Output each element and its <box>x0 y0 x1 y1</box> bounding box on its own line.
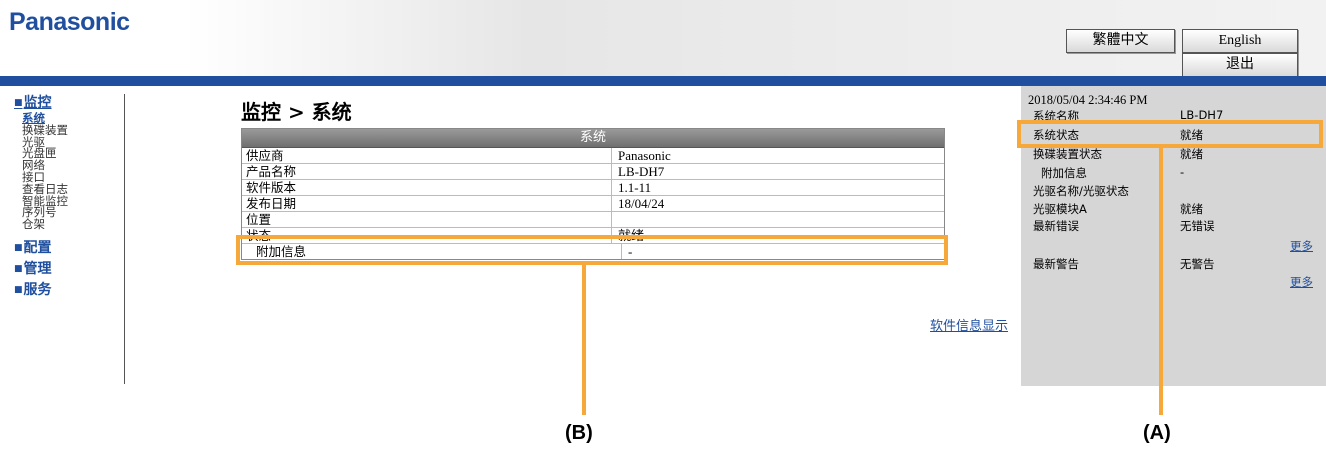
english-button[interactable]: English <box>1182 29 1298 53</box>
latest-error-label: 最新错误 <box>1033 219 1079 233</box>
table-row-product-name: 产品名称 LB-DH7 <box>242 164 944 180</box>
callout-a-leader <box>1159 148 1163 415</box>
callout-a-label: (A) <box>1143 422 1171 444</box>
header-divider <box>0 76 1326 86</box>
callout-b-highlight <box>236 235 948 265</box>
drive-name-status-label: 光驱名称/光驱状态 <box>1033 184 1129 198</box>
changer-status-label: 换碟装置状态 <box>1033 147 1102 161</box>
latest-error-value: 无错误 <box>1180 219 1215 233</box>
latest-warning-label: 最新警告 <box>1033 257 1079 271</box>
more-warnings-link[interactable]: 更多 <box>1290 274 1313 290</box>
latest-warning-value: 无警告 <box>1180 257 1215 271</box>
callout-b-leader <box>582 265 586 415</box>
changer-status-value: 就绪 <box>1180 147 1203 161</box>
drive-module-value: 就绪 <box>1180 202 1203 216</box>
nav-manage[interactable]: ■管理 <box>14 260 124 279</box>
panasonic-logo: Panasonic <box>9 8 130 36</box>
drive-module-label: 光驱模块A <box>1033 202 1087 216</box>
nav-config[interactable]: ■配置 <box>14 239 124 258</box>
nav-item-rack[interactable]: 仓架 <box>14 218 124 231</box>
more-errors-link[interactable]: 更多 <box>1290 238 1313 254</box>
table-row-vendor: 供应商 Panasonic <box>242 148 944 164</box>
table-row-software-version: 软件版本 1.1-11 <box>242 180 944 196</box>
additional-info-label: 附加信息 <box>1041 166 1087 180</box>
page-title: 监控 > 系统 <box>241 100 352 124</box>
callout-a-highlight <box>1017 120 1323 148</box>
table-row-release-date: 发布日期 18/04/24 <box>242 196 944 212</box>
callout-b-label: (B) <box>565 422 593 444</box>
software-info-link[interactable]: 软件信息显示 <box>930 315 1008 334</box>
table-row-location: 位置 <box>242 212 944 228</box>
logout-button[interactable]: 退出 <box>1182 53 1298 77</box>
nav-service[interactable]: ■服务 <box>14 281 124 300</box>
datetime-display: 2018/05/04 2:34:46 PM <box>1028 93 1148 107</box>
traditional-chinese-button[interactable]: 繁體中文 <box>1066 29 1175 53</box>
table-header: 系统 <box>242 129 944 148</box>
sidebar-nav: ■监控 系统 换碟装置 光驱 光盘匣 网络 接口 查看日志 智能监控 序列号 仓… <box>14 94 125 384</box>
additional-info-value: - <box>1180 165 1185 179</box>
